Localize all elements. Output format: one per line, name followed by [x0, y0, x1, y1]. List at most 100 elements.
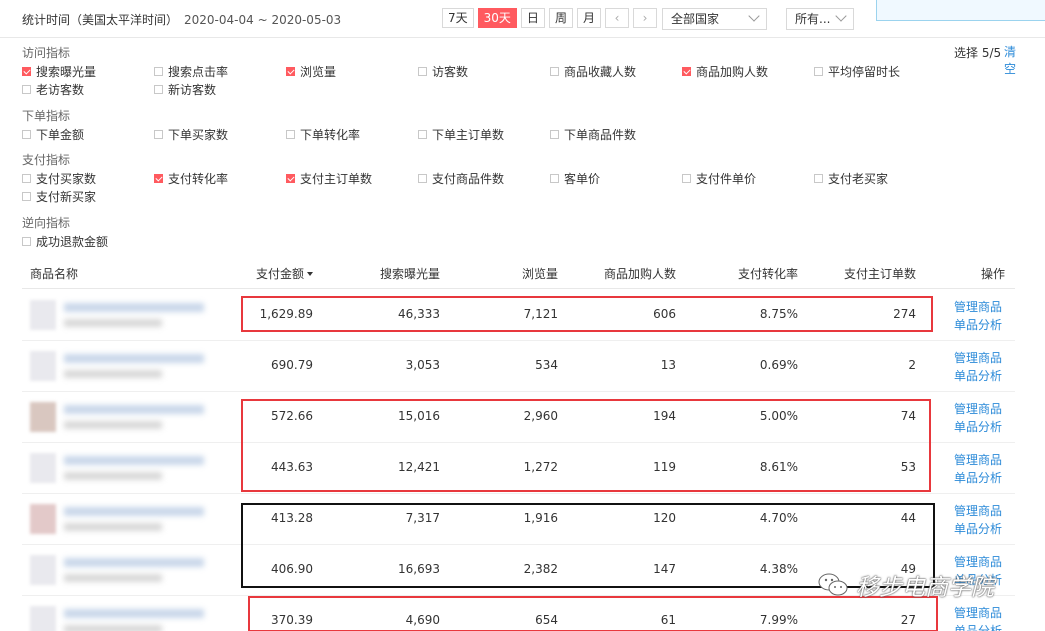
metric-checkbox[interactable]: 支付买家数: [22, 170, 96, 187]
cell-views: 534: [535, 358, 558, 372]
group-title-order: 下单指标: [22, 109, 71, 123]
product-subtitle-blurred: [64, 319, 162, 327]
col-exposure: 搜索曝光量: [379, 267, 440, 281]
manage-product-link[interactable]: 管理商品: [954, 502, 1002, 520]
product-title-blurred: [64, 456, 204, 465]
product-thumbnail: [30, 351, 56, 381]
metric-checkbox[interactable]: 支付新买家: [22, 188, 96, 205]
product-analysis-link[interactable]: 单品分析: [954, 520, 1002, 538]
metric-checkbox[interactable]: 浏览量: [286, 63, 336, 80]
highlight-box-red: [241, 399, 931, 492]
page: 统计时间（美国太平洋时间） 2020-04-04 ~ 2020-05-03 7天 …: [0, 0, 1045, 631]
metric-label: 下单金额: [36, 128, 85, 142]
period-week-button[interactable]: 周: [548, 8, 573, 28]
product-thumbnail: [30, 402, 56, 432]
period-day-button[interactable]: 日: [520, 8, 545, 28]
group-title-payment: 支付指标: [22, 153, 71, 167]
group-title-visit: 访问指标: [22, 46, 71, 60]
col-product-name: 商品名称: [30, 267, 79, 281]
col-orders: 支付主订单数: [843, 267, 916, 281]
cell-exposure: 3,053: [405, 358, 440, 372]
metric-checkbox[interactable]: 搜索曝光量: [22, 63, 96, 80]
checkbox-icon: [22, 85, 31, 94]
all-select-value: 所有...: [795, 12, 831, 26]
metric-label: 支付商品件数: [432, 172, 505, 186]
date-range: 2020-04-04 ~ 2020-05-03: [184, 13, 342, 27]
metric-checkbox[interactable]: 下单商品件数: [550, 126, 636, 143]
period-30d-button[interactable]: 30天: [477, 8, 517, 28]
checkbox-checked-icon: [22, 67, 31, 76]
metric-checkbox[interactable]: 平均停留时长: [814, 63, 900, 80]
metric-checkbox[interactable]: 下单转化率: [286, 126, 360, 143]
product-analysis-link[interactable]: 单品分析: [954, 316, 1002, 334]
metric-checkbox[interactable]: 下单金额: [22, 126, 84, 143]
metric-label: 下单转化率: [300, 128, 361, 142]
metric-checkbox[interactable]: 老访客数: [22, 81, 84, 98]
metric-checkbox[interactable]: 访客数: [418, 63, 468, 80]
period-switcher: 7天 30天 日 周 月 ‹ ›: [442, 8, 657, 28]
product-subtitle-blurred: [64, 472, 162, 480]
metric-checkbox[interactable]: 搜索点击率: [154, 63, 228, 80]
manage-product-link[interactable]: 管理商品: [954, 349, 1002, 367]
manage-product-link[interactable]: 管理商品: [954, 451, 1002, 469]
metric-label: 老访客数: [36, 83, 85, 97]
all-select[interactable]: 所有...: [786, 8, 854, 30]
metric-label: 搜索点击率: [168, 65, 229, 79]
row-operations: 管理商品 单品分析: [954, 349, 1002, 385]
metric-label: 支付买家数: [36, 172, 97, 186]
product-thumbnail: [30, 504, 56, 534]
country-select[interactable]: 全部国家: [662, 8, 767, 30]
metric-label: 客单价: [564, 172, 601, 186]
checkbox-icon: [418, 130, 427, 139]
watermark: 移步电商学院: [818, 568, 994, 602]
metric-checkbox[interactable]: 新访客数: [154, 81, 216, 98]
metric-label: 浏览量: [300, 65, 337, 79]
metric-checkbox[interactable]: 支付转化率: [154, 170, 228, 187]
country-select-value: 全部国家: [671, 12, 720, 26]
manage-product-link[interactable]: 管理商品: [954, 604, 1002, 622]
manage-product-link[interactable]: 管理商品: [954, 298, 1002, 316]
metric-label: 下单商品件数: [564, 128, 637, 142]
metric-checkbox[interactable]: 支付件单价: [682, 170, 756, 187]
chevron-right-icon[interactable]: ›: [632, 8, 657, 28]
col-views: 浏览量: [521, 267, 558, 281]
metric-label: 访客数: [432, 65, 469, 79]
product-title-blurred: [64, 303, 204, 312]
row-operations: 管理商品 单品分析: [954, 298, 1002, 334]
metric-checkbox[interactable]: 成功退款金额: [22, 233, 108, 250]
product-thumbnail: [30, 300, 56, 330]
metric-label: 下单主订单数: [432, 128, 505, 142]
period-month-button[interactable]: 月: [576, 8, 601, 28]
metric-checkbox[interactable]: 支付商品件数: [418, 170, 504, 187]
product-subtitle-blurred: [64, 625, 162, 631]
metric-checkbox[interactable]: 商品加购人数: [682, 63, 768, 80]
metric-label: 新访客数: [168, 83, 217, 97]
product-thumbnail: [30, 453, 56, 483]
checkbox-icon: [550, 174, 559, 183]
metric-checkbox[interactable]: 客单价: [550, 170, 600, 187]
chevron-left-icon[interactable]: ‹: [604, 8, 629, 28]
metric-checkbox[interactable]: 下单买家数: [154, 126, 228, 143]
product-analysis-link[interactable]: 单品分析: [954, 418, 1002, 436]
checkbox-icon: [154, 85, 163, 94]
product-analysis-link[interactable]: 单品分析: [954, 367, 1002, 385]
product-analysis-link[interactable]: 单品分析: [954, 622, 1002, 631]
product-analysis-link[interactable]: 单品分析: [954, 469, 1002, 487]
checkbox-icon: [286, 130, 295, 139]
metric-checkbox[interactable]: 下单主订单数: [418, 126, 504, 143]
wechat-icon: [818, 572, 848, 598]
manage-product-link[interactable]: 管理商品: [954, 400, 1002, 418]
metric-checkbox[interactable]: 支付老买家: [814, 170, 888, 187]
table-row: 690.79 3,053 534 13 0.69% 2 管理商品 单品分析: [22, 341, 1015, 392]
highlight-box-red: [241, 296, 933, 332]
metric-checkbox[interactable]: 支付主订单数: [286, 170, 372, 187]
period-7d-button[interactable]: 7天: [442, 8, 474, 28]
stat-time-label: 统计时间（美国太平洋时间） 2020-04-04 ~ 2020-05-03: [22, 11, 341, 28]
clear-link[interactable]: 清空: [1004, 44, 1020, 78]
row-operations: 管理商品 单品分析: [954, 451, 1002, 487]
col-conversion: 支付转化率: [737, 267, 798, 281]
metric-checkbox[interactable]: 商品收藏人数: [550, 63, 636, 80]
col-pay-amount[interactable]: 支付金额: [222, 265, 313, 282]
checkbox-icon: [814, 174, 823, 183]
cell-pay-amount: 690.79: [271, 358, 313, 372]
